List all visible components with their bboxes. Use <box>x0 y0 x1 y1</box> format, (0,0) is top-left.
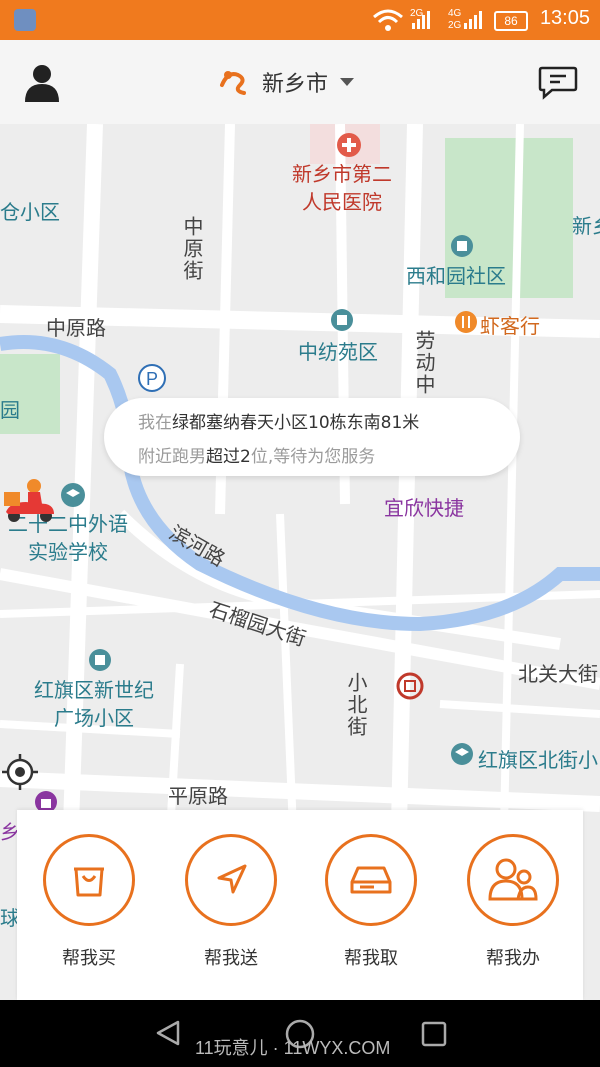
poi-yixin[interactable]: 宜欣快捷 <box>384 492 464 521</box>
bubble-prefix: 我在 <box>138 413 172 433</box>
road-label: 小北街 <box>344 672 368 738</box>
rider-icon <box>4 479 54 522</box>
shopping-bag-icon <box>43 834 135 926</box>
signal-bars-icon-2 <box>464 10 484 29</box>
network-type-label-2: 4G <box>448 8 462 19</box>
action-errand[interactable]: 帮我办 <box>463 834 563 970</box>
bubble-count: 超过2 <box>206 447 251 467</box>
community-icon <box>451 235 473 257</box>
system-nav-bar: 11玩意儿 · 11WYX.COM <box>0 1000 600 1067</box>
clock: 13:05 <box>539 7 590 29</box>
action-label: 帮我取 <box>344 948 398 969</box>
header: 新乡市 <box>0 40 600 125</box>
poi-edge: 仓小区 <box>0 200 60 224</box>
hospital-icon <box>337 133 361 157</box>
drive-box-icon <box>325 834 417 926</box>
poi-hongqi-xinshiji[interactable]: 红旗区新世纪 广场小区 <box>34 676 154 732</box>
bubble-prefix: 附近跑男 <box>138 447 206 467</box>
road-label: 北关大街 <box>518 662 598 686</box>
bubble-address: 绿都塞纳春天小区10栋东南81米 <box>172 413 420 433</box>
road-label: 中原路 <box>46 316 106 340</box>
back-icon[interactable] <box>152 1018 182 1048</box>
bubble-line-2: 附近跑男超过2位,等待为您服务 <box>138 442 375 467</box>
action-label: 帮我买 <box>62 948 116 969</box>
community-icon <box>331 309 353 331</box>
locate-me-icon[interactable] <box>0 752 40 792</box>
poi-edge: 园 <box>0 398 20 422</box>
app-notification-icon <box>14 9 36 31</box>
svg-text:P: P <box>146 369 158 389</box>
dropdown-icon <box>340 78 355 86</box>
battery-indicator: 86 <box>494 11 528 31</box>
status-bar: 2G 4G 2G 86 13:05 <box>0 0 600 40</box>
watermark: 11玩意儿 · 11WYX.COM <box>195 1038 391 1058</box>
parking-icon: P <box>138 364 166 392</box>
signal-bars-icon <box>412 10 432 29</box>
message-icon[interactable] <box>538 64 578 100</box>
city-name: 新乡市 <box>262 72 329 97</box>
school-icon <box>61 483 85 507</box>
restaurant-icon <box>455 311 477 333</box>
poi-xiakexing[interactable]: 虾客行 <box>480 310 540 339</box>
action-pickup[interactable]: 帮我取 <box>321 834 421 970</box>
action-send[interactable]: 帮我送 <box>181 834 281 970</box>
navigation-arrow-icon <box>185 834 277 926</box>
poi-edge: 新乡 <box>572 214 600 238</box>
bubble-suffix: 位,等待为您服务 <box>250 447 376 467</box>
road-label: 中原街 <box>180 216 204 282</box>
poi-xiheyuan[interactable]: 西和园社区 <box>406 260 506 289</box>
people-icon <box>467 834 559 926</box>
action-label: 帮我送 <box>204 948 258 969</box>
community-icon <box>89 649 111 671</box>
road-label: 劳动中 <box>412 330 436 396</box>
recents-icon[interactable] <box>420 1020 448 1048</box>
logo-icon <box>220 71 246 95</box>
service-actions: 帮我买 帮我送 帮我取 帮我办 <box>17 810 583 1000</box>
user-icon[interactable] <box>22 62 62 102</box>
network-type-label-3: 2G <box>448 20 462 31</box>
city-selector[interactable]: 新乡市 <box>218 64 356 100</box>
road-label: 平原路 <box>168 784 228 808</box>
school-icon <box>451 743 473 765</box>
action-label: 帮我办 <box>486 948 540 969</box>
bubble-line-1: 我在绿都塞纳春天小区10栋东南81米 <box>138 408 419 433</box>
location-bubble[interactable]: 我在绿都塞纳春天小区10栋东南81米 附近跑男超过2位,等待为您服务 <box>104 398 520 476</box>
wifi-icon <box>373 9 403 31</box>
action-buy[interactable]: 帮我买 <box>39 834 139 970</box>
poi-zhongfangyuan[interactable]: 中纺苑区 <box>298 336 378 365</box>
metro-icon <box>396 672 424 700</box>
poi-hospital[interactable]: 新乡市第二 人民医院 <box>292 160 392 216</box>
poi-hongqi-beijie[interactable]: 红旗区北街小 <box>478 744 598 773</box>
